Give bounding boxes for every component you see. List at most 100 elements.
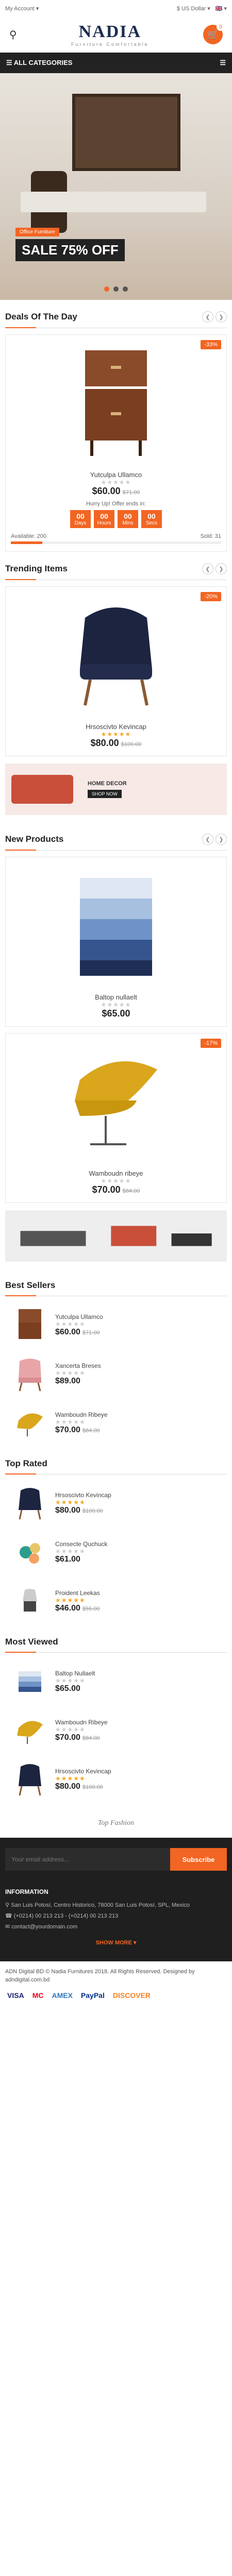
rating-stars: ★★★★★ — [55, 1369, 86, 1377]
newsletter-form: Subscribe — [5, 1848, 227, 1871]
product-image[interactable] — [6, 1033, 226, 1167]
product-image[interactable] — [6, 587, 226, 721]
next-arrow-icon[interactable]: ❯ — [216, 834, 227, 845]
email-input[interactable] — [5, 1848, 170, 1871]
prev-arrow-icon[interactable]: ❮ — [202, 563, 213, 574]
countdown-mins: 00 Mins — [118, 510, 138, 528]
menu-icon[interactable]: ☰ — [220, 59, 226, 67]
section-title: Trending Items — [5, 564, 68, 573]
rating-stars: ★★★★★ — [55, 1498, 86, 1506]
product-image[interactable] — [6, 335, 226, 469]
address-text: ⚲ San Luis Potosí, Centro Historico, 780… — [5, 1902, 190, 1908]
product-name[interactable]: Baltop nullaelt — [6, 993, 226, 1001]
cart-button[interactable]: 🛒 0 — [203, 23, 225, 44]
phone-text: ☎ (+0214) 00 213 213 - (+0214) 00 213 21… — [5, 1913, 119, 1919]
product-thumb[interactable] — [10, 1662, 49, 1701]
discover-icon: DISCOVER — [112, 1991, 151, 1999]
deal-card[interactable]: -33% Yutculpa Ullamco ★★★★★ $60.00 $71.00… — [5, 334, 227, 552]
countdown-hours: 00 Hours — [94, 510, 114, 528]
list-item[interactable]: Consecte Quchuck ★★★★★ $61.00 — [10, 1528, 222, 1577]
site-logo[interactable]: NADIA Furniture Comfortable — [71, 22, 149, 47]
language-select[interactable]: 🇬🇧 ▾ — [216, 5, 227, 12]
prev-arrow-icon[interactable]: ❮ — [202, 834, 213, 845]
currency-select[interactable]: $ US Dollar ▾ — [177, 5, 210, 12]
shop-now-button[interactable]: SHOP NOW — [88, 790, 122, 798]
rating-stars: ★★★★★ — [55, 1774, 86, 1782]
hurry-text: Hurry Up! Offer ends in: — [86, 501, 146, 507]
product-name[interactable]: Baltop Nullaelt — [55, 1670, 95, 1677]
product-image[interactable] — [6, 857, 226, 991]
product-name[interactable]: Hrsoscivto Kevincap — [55, 1768, 111, 1775]
product-name[interactable]: Wamboudn Ribeye — [55, 1411, 108, 1418]
product-thumb[interactable] — [10, 1711, 49, 1750]
product-name[interactable]: Hrsoscivto Kevincap — [6, 723, 226, 731]
product-name[interactable]: Xancerta Breses — [55, 1362, 101, 1369]
discount-badge: -20% — [201, 592, 221, 601]
product-thumb[interactable] — [10, 1306, 49, 1344]
slider-dot[interactable] — [123, 286, 128, 292]
desk-image — [21, 192, 206, 212]
email-text: ✉ contact@yourdomain.com — [5, 1924, 78, 1930]
phone-icon: ☎ — [5, 1913, 12, 1919]
product-thumb[interactable] — [10, 1403, 49, 1442]
hero-tag: Office Furniture — [15, 228, 59, 236]
search-icon[interactable]: ⚲ — [9, 28, 17, 41]
product-thumb[interactable] — [10, 1354, 49, 1393]
promo-banner[interactable]: HOME DECOR SHOP NOW — [5, 764, 227, 815]
info-heading: INFORMATION — [5, 1888, 48, 1895]
show-more-button[interactable]: SHOW MORE ▾ — [5, 1939, 227, 1946]
product-card[interactable]: Baltop nullaelt ★★★★★ $65.00 — [5, 857, 227, 1027]
hero-slider[interactable]: Office Furniture SALE 75% OFF — [0, 73, 232, 300]
product-thumb[interactable] — [10, 1582, 49, 1620]
rating-stars: ★★★★★ — [101, 1001, 131, 1008]
product-name[interactable]: Wamboudn Ribeye — [55, 1719, 108, 1726]
top-rated-section: Top Rated Hrsoscivto Kevincap ★★★★★ $80.00… — [0, 1447, 232, 1625]
product-name[interactable]: Yutculpa Ullamco — [55, 1313, 103, 1320]
product-name[interactable]: Hrsoscivto Kevincap — [55, 1492, 111, 1499]
product-name[interactable]: Proident Leekas — [55, 1589, 100, 1597]
countdown-secs: 00 Secs — [141, 510, 162, 528]
amex-icon: AMEX — [52, 1991, 73, 1999]
rating-stars: ★★★★★ — [55, 1320, 86, 1328]
product-thumb[interactable] — [10, 1533, 49, 1571]
list-item[interactable]: Wamboudn Ribeye ★★★★★ $70.00 $84.00 — [10, 1398, 222, 1447]
rating-stars: ★★★★★ — [101, 1177, 131, 1184]
all-categories-label: ☰ ALL CATEGORIES — [6, 59, 73, 66]
my-account-link[interactable]: My Account ▾ — [5, 5, 39, 12]
section-title: Top Rated — [5, 1459, 47, 1468]
rating-stars: ★★★★★ — [55, 1547, 86, 1555]
product-name[interactable]: Yutculpa Ullamco — [6, 471, 226, 479]
rating-stars: ★★★★★ — [55, 1725, 86, 1733]
product-price: $65.00 — [55, 1684, 80, 1693]
best-sellers-section: Best Sellers Yutculpa Ullamco ★★★★★ $60.00… — [0, 1269, 232, 1447]
slider-dot[interactable] — [104, 286, 109, 292]
subscribe-button[interactable]: Subscribe — [170, 1848, 227, 1871]
slider-dots — [104, 286, 128, 292]
section-title: Deals Of The Day — [5, 312, 77, 321]
most-viewed-section: Most Viewed Baltop Nullaelt ★★★★★ $65.00 W… — [0, 1625, 232, 1804]
slider-dot[interactable] — [113, 286, 119, 292]
next-arrow-icon[interactable]: ❯ — [216, 311, 227, 323]
all-categories-bar[interactable]: ☰ ALL CATEGORIES ☰ — [0, 53, 232, 73]
list-item[interactable]: Hrsoscivto Kevincap ★★★★★ $80.00 $100.00 — [10, 1755, 222, 1804]
promo-banner-2[interactable] — [5, 1210, 227, 1262]
product-price: $60.00 $71.00 — [92, 486, 140, 496]
prev-arrow-icon[interactable]: ❮ — [202, 311, 213, 323]
product-thumb[interactable] — [10, 1484, 49, 1522]
product-card[interactable]: -20% Hrsoscivto Kevincap ★★★★★ $80.00 $10… — [5, 586, 227, 756]
product-price: $65.00 — [102, 1008, 130, 1019]
list-item[interactable]: Yutculpa Ullamco ★★★★★ $60.00 $71.00 — [10, 1300, 222, 1349]
list-item[interactable]: Baltop Nullaelt ★★★★★ $65.00 — [10, 1657, 222, 1706]
discount-badge: -17% — [201, 1039, 221, 1048]
list-item[interactable]: Xancerta Breses ★★★★★ $89.00 — [10, 1349, 222, 1398]
list-item[interactable]: Proident Leekas ★★★★★ $46.00 $55.00 — [10, 1577, 222, 1625]
product-name[interactable]: Consecte Quchuck — [55, 1540, 107, 1548]
product-card[interactable]: -17% Wamboudn ribeye ★★★★★ $70.00 $84.00 — [5, 1033, 227, 1203]
product-thumb[interactable] — [10, 1760, 49, 1799]
list-item[interactable]: Wamboudn Ribeye ★★★★★ $70.00 $84.00 — [10, 1706, 222, 1755]
next-arrow-icon[interactable]: ❯ — [216, 563, 227, 574]
deals-section: Deals Of The Day ❮ ❯ -33% Yutculpa Ullamco… — [0, 300, 232, 552]
list-item[interactable]: Hrsoscivto Kevincap ★★★★★ $80.00 $100.00 — [10, 1479, 222, 1528]
brand-logo[interactable]: Top Fashion — [0, 1804, 232, 1838]
product-name[interactable]: Wamboudn ribeye — [6, 1170, 226, 1177]
